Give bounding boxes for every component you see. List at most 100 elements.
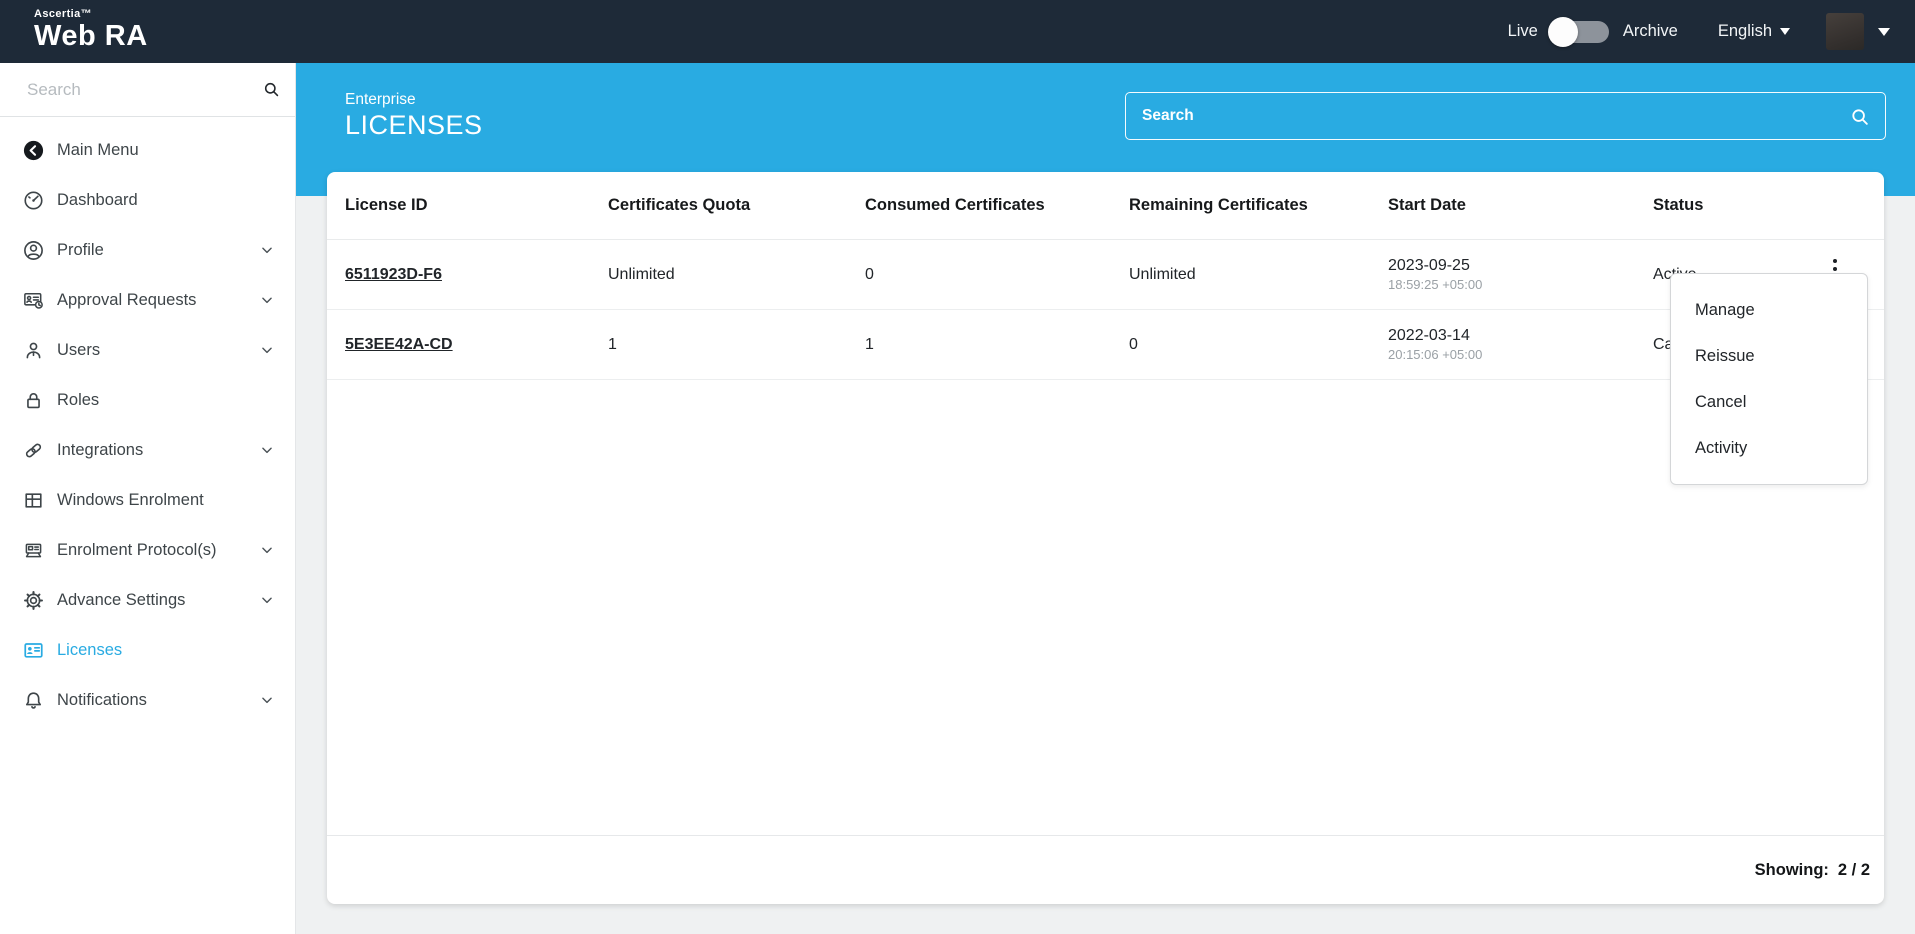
license-id-link[interactable]: 5E3EE42A-CD: [345, 336, 453, 353]
sidebar-item-label: Licenses: [57, 641, 122, 660]
chevron-down-icon: [260, 693, 274, 707]
start-time: 18:59:25 +05:00: [1388, 276, 1653, 293]
profile-icon: [22, 239, 45, 262]
remaining-cell: 0: [1129, 336, 1388, 354]
remaining-cell: Unlimited: [1129, 266, 1388, 284]
toggle-knob[interactable]: [1548, 17, 1578, 47]
column-header-license-id: License ID: [345, 196, 608, 215]
sidebar-item-label: Windows Enrolment: [57, 491, 204, 510]
brand-company: Ascertia™: [34, 8, 148, 20]
menu-item-activity[interactable]: Activity: [1671, 425, 1867, 471]
id-card-icon: [22, 639, 45, 662]
sidebar-item-label: Main Menu: [57, 141, 139, 160]
dashboard-icon: [22, 189, 45, 212]
avatar[interactable]: [1826, 13, 1864, 50]
brand-logo[interactable]: Ascertia™ Web RA: [34, 8, 148, 52]
chain-link-icon: [22, 439, 45, 462]
bell-icon: [22, 689, 45, 712]
table-empty-area: [327, 380, 1884, 835]
sidebar-item-notifications[interactable]: Notifications: [0, 675, 295, 725]
sidebar-item-enrolment-protocols[interactable]: Enrolment Protocol(s): [0, 525, 295, 575]
user-icon: [22, 339, 45, 362]
app-window: Enterprise LICENSES: [0, 0, 1915, 934]
sidebar-item-label: Profile: [57, 241, 104, 260]
quota-cell: Unlimited: [608, 266, 865, 284]
showing-label: Showing:: [1755, 861, 1829, 880]
live-label: Live: [1508, 22, 1538, 41]
gear-icon: [22, 589, 45, 612]
table-row: 5E3EE42A-CD 1 1 0 2022-03-14 20:15:06 +0…: [327, 310, 1884, 380]
sidebar-item-label: Integrations: [57, 441, 143, 460]
start-date-cell: 2023-09-25 18:59:25 +05:00: [1388, 256, 1653, 293]
start-date: 2022-03-14: [1388, 326, 1653, 346]
sidebar-item-label: Approval Requests: [57, 291, 196, 310]
sidebar-item-label: Notifications: [57, 691, 147, 710]
start-date-cell: 2022-03-14 20:15:06 +05:00: [1388, 326, 1653, 363]
approval-card-icon: [22, 289, 45, 312]
sidebar-item-approval-requests[interactable]: Approval Requests: [0, 275, 295, 325]
archive-label: Archive: [1623, 22, 1678, 41]
back-circle-icon: [22, 139, 45, 162]
sidebar-item-label: Dashboard: [57, 191, 138, 210]
menu-item-cancel[interactable]: Cancel: [1671, 379, 1867, 425]
sidebar-item-profile[interactable]: Profile: [0, 225, 295, 275]
sidebar-item-advance-settings[interactable]: Advance Settings: [0, 575, 295, 625]
licenses-card: License ID Certificates Quota Consumed C…: [327, 172, 1884, 904]
consumed-cell: 0: [865, 266, 1129, 284]
page-title: LICENSES: [345, 110, 483, 141]
column-header-consumed-certificates: Consumed Certificates: [865, 196, 1129, 215]
sidebar: Main Menu Dashboard: [0, 63, 296, 934]
sidebar-item-label: Roles: [57, 391, 99, 410]
column-header-status: Status: [1653, 196, 1884, 215]
topbar-right: Live Archive English: [1508, 0, 1890, 63]
windows-icon: [22, 489, 45, 512]
lock-icon: [22, 389, 45, 412]
column-header-start-date: Start Date: [1388, 196, 1653, 215]
sidebar-item-main-menu[interactable]: Main Menu: [0, 125, 295, 175]
menu-item-reissue[interactable]: Reissue: [1671, 333, 1867, 379]
caret-down-icon[interactable]: [1878, 28, 1890, 36]
chevron-down-icon: [260, 293, 274, 307]
chevron-down-icon: [260, 343, 274, 357]
column-header-certificates-quota: Certificates Quota: [608, 196, 865, 215]
chevron-down-icon: [260, 543, 274, 557]
licenses-search-box: [1125, 92, 1886, 140]
consumed-cell: 1: [865, 336, 1129, 354]
table-footer: Showing: 2 / 2: [327, 835, 1884, 904]
sidebar-item-label: Advance Settings: [57, 591, 185, 610]
license-id-link[interactable]: 6511923D-F6: [345, 266, 442, 283]
sidebar-item-roles[interactable]: Roles: [0, 375, 295, 425]
row-actions-menu: Manage Reissue Cancel Activity: [1670, 273, 1868, 485]
start-date: 2023-09-25: [1388, 256, 1653, 276]
sidebar-nav: Main Menu Dashboard: [0, 117, 295, 725]
start-time: 20:15:06 +05:00: [1388, 346, 1653, 363]
live-archive-toggle[interactable]: [1551, 21, 1609, 43]
topbar: Ascertia™ Web RA Live Archive English: [0, 0, 1915, 63]
showing-count: 2 / 2: [1838, 861, 1870, 880]
sidebar-item-dashboard[interactable]: Dashboard: [0, 175, 295, 225]
sidebar-search-box: [0, 63, 295, 117]
table-header-row: License ID Certificates Quota Consumed C…: [327, 172, 1884, 240]
search-icon[interactable]: [262, 80, 281, 99]
language-label: English: [1718, 22, 1772, 41]
sidebar-item-integrations[interactable]: Integrations: [0, 425, 295, 475]
licenses-search-input[interactable]: [1126, 93, 1885, 139]
page-eyebrow: Enterprise: [345, 90, 483, 110]
chevron-down-icon: [260, 243, 274, 257]
sidebar-item-windows-enrolment[interactable]: Windows Enrolment: [0, 475, 295, 525]
language-selector[interactable]: English: [1718, 22, 1790, 41]
sidebar-item-licenses[interactable]: Licenses: [0, 625, 295, 675]
quota-cell: 1: [608, 336, 865, 354]
sidebar-item-users[interactable]: Users: [0, 325, 295, 375]
page-heading: Enterprise LICENSES: [345, 90, 483, 141]
table-row: 6511923D-F6 Unlimited 0 Unlimited 2023-0…: [327, 240, 1884, 310]
column-header-remaining-certificates: Remaining Certificates: [1129, 196, 1388, 215]
chevron-down-icon: [260, 443, 274, 457]
menu-item-manage[interactable]: Manage: [1671, 287, 1867, 333]
sidebar-item-label: Users: [57, 341, 100, 360]
chevron-down-icon: [260, 593, 274, 607]
sidebar-search-input[interactable]: [0, 63, 295, 116]
caret-down-icon: [1780, 28, 1790, 35]
search-icon[interactable]: [1849, 106, 1871, 128]
brand-product: Web RA: [34, 20, 148, 52]
